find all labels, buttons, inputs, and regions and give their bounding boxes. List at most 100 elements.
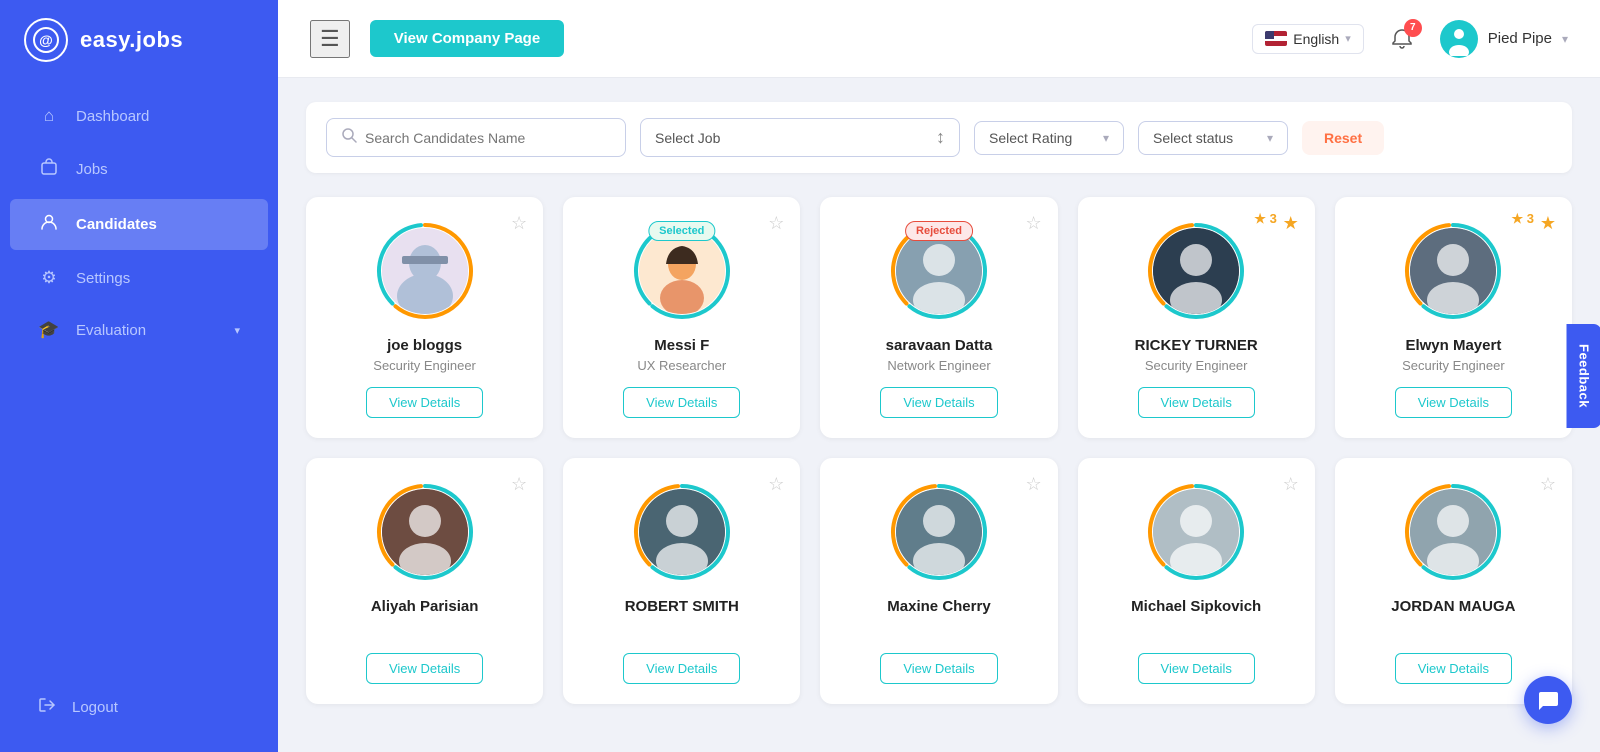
candidate-card: ☆ Michael Sipkovich View Details <box>1078 458 1315 704</box>
sidebar-logo: @ easy.jobs <box>0 0 278 80</box>
candidate-name: Michael Sipkovich <box>1131 598 1261 615</box>
status-chevron-icon <box>1267 131 1273 145</box>
candidate-card: ☆ JORDAN MAUGA View Details <box>1335 458 1572 704</box>
candidate-card: ☆ joe bloggs Security Engineer View Deta… <box>306 197 543 438</box>
notifications-button[interactable]: 7 <box>1384 21 1420 57</box>
evaluation-icon: 🎓 <box>38 320 60 340</box>
star-icon[interactable]: ★ <box>1283 213 1299 234</box>
candidate-name: joe bloggs <box>387 337 462 354</box>
view-details-button[interactable]: View Details <box>1138 387 1255 418</box>
candidates-grid-row1: ☆ joe bloggs Security Engineer View Deta… <box>306 197 1572 438</box>
logo-text: easy.jobs <box>80 27 183 53</box>
avatar-wrap <box>375 482 475 582</box>
sidebar-item-label: Evaluation <box>76 322 218 339</box>
logout-label: Logout <box>72 699 118 716</box>
flag-icon <box>1265 31 1287 46</box>
candidate-name: saravaan Datta <box>886 337 993 354</box>
star-icon[interactable]: ☆ <box>768 213 784 234</box>
content-area: Select Job ↕ Select Rating Select status… <box>278 78 1600 752</box>
language-label: English <box>1293 31 1339 47</box>
star-icon[interactable]: ☆ <box>1540 474 1556 495</box>
sidebar-item-candidates[interactable]: Candidates <box>10 199 268 250</box>
feedback-tab[interactable]: Feedback <box>1567 324 1600 428</box>
sidebar-item-label: Settings <box>76 270 240 287</box>
sidebar-item-label: Jobs <box>76 161 240 178</box>
star-icon[interactable]: ☆ <box>1025 474 1041 495</box>
sidebar-logout[interactable]: Logout <box>10 682 268 732</box>
view-details-button[interactable]: View Details <box>366 387 483 418</box>
lang-chevron-icon: ▾ <box>1345 32 1351 45</box>
logout-icon <box>38 696 56 718</box>
sidebar-item-settings[interactable]: ⚙ Settings <box>10 254 268 302</box>
user-chevron-icon: ▾ <box>1562 32 1568 46</box>
star-icon[interactable]: ☆ <box>511 474 527 495</box>
select-rating-dropdown[interactable]: Select Rating <box>974 121 1124 155</box>
sidebar: @ easy.jobs ⌂ Dashboard Jobs Candidates … <box>0 0 278 752</box>
search-wrapper <box>326 118 626 157</box>
view-details-button[interactable]: View Details <box>623 653 740 684</box>
star-icon[interactable]: ☆ <box>1025 213 1041 234</box>
svg-text:@: @ <box>39 32 53 48</box>
view-details-button[interactable]: View Details <box>623 387 740 418</box>
star-icon[interactable]: ☆ <box>1283 474 1299 495</box>
logo-icon: @ <box>24 18 68 62</box>
view-details-button[interactable]: View Details <box>1395 387 1512 418</box>
settings-icon: ⚙ <box>38 268 60 288</box>
reset-button[interactable]: Reset <box>1302 121 1384 155</box>
sidebar-nav: ⌂ Dashboard Jobs Candidates ⚙ Settings 🎓… <box>0 80 278 680</box>
select-job-label: Select Job <box>655 130 720 146</box>
avatar-wrap: Selected <box>632 221 732 321</box>
view-details-button[interactable]: View Details <box>880 387 997 418</box>
avatar-wrap <box>889 482 989 582</box>
sidebar-item-label: Candidates <box>76 216 240 233</box>
menu-button[interactable]: ☰ <box>310 20 350 58</box>
sidebar-item-evaluation[interactable]: 🎓 Evaluation ▾ <box>10 306 268 354</box>
select-job-icon: ↕ <box>936 127 945 148</box>
candidates-icon <box>38 213 60 236</box>
candidate-card: ☆ Rejected saravaan Datta Network Engine… <box>820 197 1057 438</box>
select-status-dropdown[interactable]: Select status <box>1138 121 1288 155</box>
candidate-name: JORDAN MAUGA <box>1391 598 1515 615</box>
candidate-card: ☆ Maxine Cherry View Details <box>820 458 1057 704</box>
avatar-wrap <box>1146 482 1246 582</box>
chevron-down-icon: ▾ <box>234 324 240 337</box>
language-selector[interactable]: English ▾ <box>1252 24 1363 54</box>
select-job-dropdown[interactable]: Select Job ↕ <box>640 118 960 157</box>
star-icon[interactable]: ☆ <box>768 474 784 495</box>
candidate-name: RICKEY TURNER <box>1135 337 1258 354</box>
jobs-icon <box>38 158 60 181</box>
sidebar-item-dashboard[interactable]: ⌂ Dashboard <box>10 92 268 140</box>
status-badge: Rejected <box>905 221 973 241</box>
avatar-wrap <box>632 482 732 582</box>
view-details-button[interactable]: View Details <box>1395 653 1512 684</box>
star-icon[interactable]: ☆ <box>511 213 527 234</box>
rating-chevron-icon <box>1103 131 1109 145</box>
avatar-wrap: Rejected <box>889 221 989 321</box>
search-input[interactable] <box>365 130 611 146</box>
candidate-name: ROBERT SMITH <box>625 598 739 615</box>
main-area: ☰ View Company Page English ▾ 7 Pied Pip… <box>278 0 1600 752</box>
candidate-card: ☆ ROBERT SMITH View Details <box>563 458 800 704</box>
header: ☰ View Company Page English ▾ 7 Pied Pip… <box>278 0 1600 78</box>
search-icon <box>341 127 357 148</box>
candidate-card: ☆ Aliyah Parisian View Details <box>306 458 543 704</box>
sidebar-item-label: Dashboard <box>76 108 240 125</box>
avatar-wrap <box>1403 482 1503 582</box>
view-details-button[interactable]: View Details <box>1138 653 1255 684</box>
sidebar-item-jobs[interactable]: Jobs <box>10 144 268 195</box>
candidate-job: Security Engineer <box>373 358 476 373</box>
star-icon[interactable]: ★ <box>1540 213 1556 234</box>
chat-button[interactable] <box>1524 676 1572 724</box>
view-company-button[interactable]: View Company Page <box>370 20 564 57</box>
user-name: Pied Pipe <box>1488 30 1552 47</box>
user-menu[interactable]: Pied Pipe ▾ <box>1440 20 1568 58</box>
candidate-job: Network Engineer <box>887 358 990 373</box>
view-details-button[interactable]: View Details <box>880 653 997 684</box>
view-details-button[interactable]: View Details <box>366 653 483 684</box>
candidate-card: ☆ Selected Messi F UX Researcher View De… <box>563 197 800 438</box>
candidate-job: Security Engineer <box>1145 358 1248 373</box>
candidate-name: Elwyn Mayert <box>1405 337 1501 354</box>
candidate-card: ★ 3★ RICKEY TURNER Security Engineer Vie… <box>1078 197 1315 438</box>
notification-badge: 7 <box>1404 19 1422 37</box>
candidate-name: Maxine Cherry <box>887 598 990 615</box>
